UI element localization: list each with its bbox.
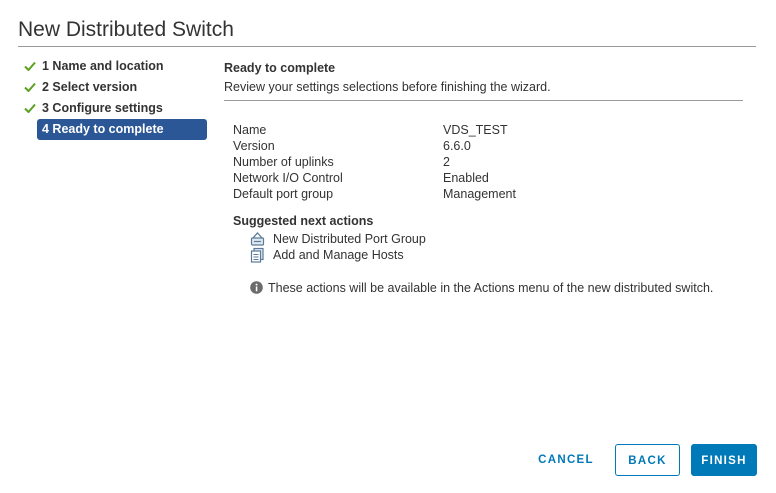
info-text: These actions will be available in the A… bbox=[268, 281, 714, 295]
section-description: Review your settings selections before f… bbox=[224, 80, 551, 94]
summary-value: 2 bbox=[443, 155, 450, 169]
info-icon bbox=[250, 281, 263, 294]
step-configure-settings[interactable]: 3 Configure settings bbox=[22, 98, 208, 119]
section-divider bbox=[224, 100, 743, 101]
summary-key: Name bbox=[233, 123, 267, 137]
back-button[interactable]: BACK bbox=[615, 444, 680, 476]
step-label: 2 Select version bbox=[42, 80, 138, 94]
wizard-steps: 1 Name and location 2 Select version 3 C… bbox=[22, 56, 208, 140]
summary-value: Management bbox=[443, 187, 516, 201]
step-label: 4 Ready to complete bbox=[42, 122, 164, 136]
step-ready-to-complete[interactable]: 4 Ready to complete bbox=[37, 119, 207, 140]
title-divider bbox=[18, 46, 756, 47]
step-select-version[interactable]: 2 Select version bbox=[22, 77, 208, 98]
section-title: Ready to complete bbox=[224, 61, 336, 75]
cancel-button[interactable]: CANCEL bbox=[530, 444, 602, 476]
port-group-icon bbox=[250, 232, 265, 246]
step-content: Ready to complete Review your settings s… bbox=[224, 60, 744, 101]
dialog-title: New Distributed Switch bbox=[18, 18, 234, 41]
summary-value: VDS_TEST bbox=[443, 123, 508, 137]
check-icon bbox=[24, 82, 36, 92]
action-label: Add and Manage Hosts bbox=[273, 248, 404, 262]
step-label: 1 Name and location bbox=[42, 59, 164, 73]
next-actions-title: Suggested next actions bbox=[233, 214, 374, 228]
check-icon bbox=[24, 61, 36, 71]
summary-value: Enabled bbox=[443, 171, 489, 185]
summary-key: Network I/O Control bbox=[233, 171, 343, 185]
hosts-icon bbox=[250, 247, 264, 263]
summary-key: Version bbox=[233, 139, 275, 153]
summary-key: Default port group bbox=[233, 187, 334, 201]
action-label: New Distributed Port Group bbox=[273, 232, 426, 246]
step-label: 3 Configure settings bbox=[42, 101, 163, 115]
check-icon bbox=[24, 103, 36, 113]
summary-key: Number of uplinks bbox=[233, 155, 334, 169]
summary-value: 6.6.0 bbox=[443, 139, 471, 153]
step-name-location[interactable]: 1 Name and location bbox=[22, 56, 208, 77]
finish-button[interactable]: FINISH bbox=[691, 444, 757, 476]
